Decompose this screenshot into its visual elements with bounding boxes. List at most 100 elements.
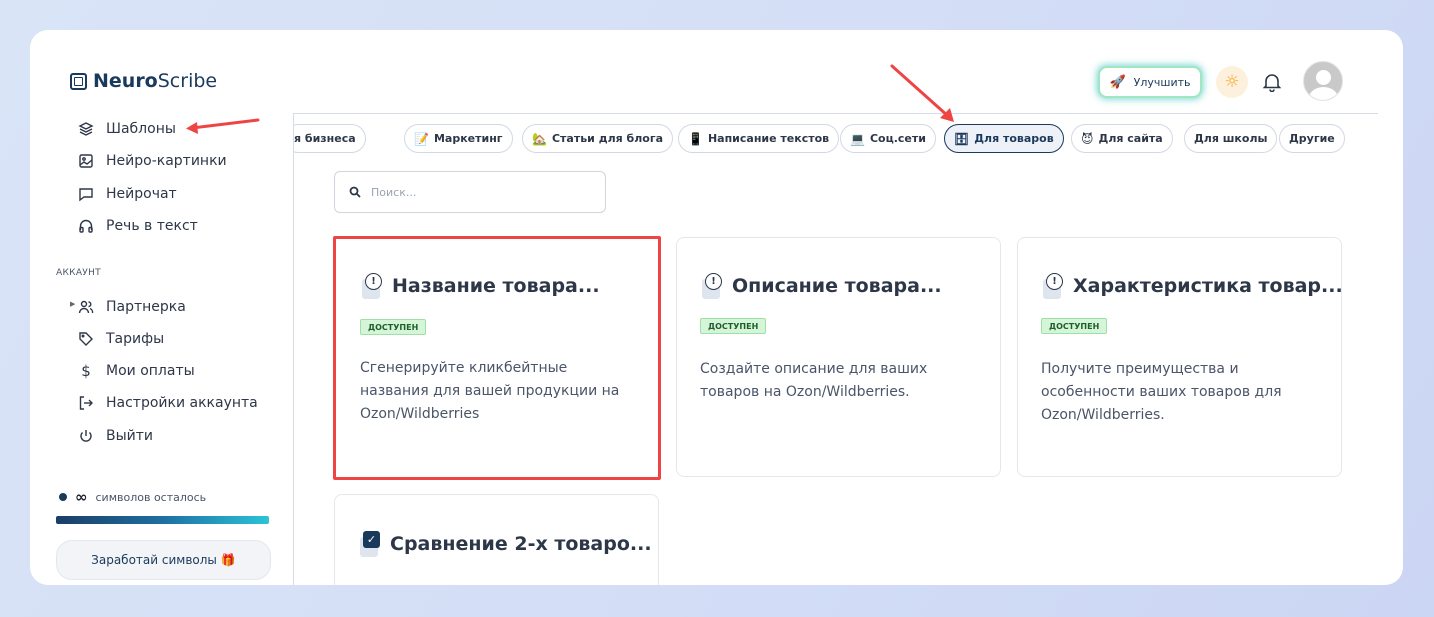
card-title: ! Характеристика товар...: [1041, 273, 1343, 299]
logo-text: Scribe: [157, 70, 218, 92]
status-badge: ДОСТУПЕН: [700, 318, 767, 334]
status-badge: ДОСТУПЕН: [1041, 318, 1108, 334]
logout-arrow-icon: [78, 395, 94, 411]
check-doc-icon: ✓: [358, 531, 382, 557]
template-card-product-name[interactable]: ! Название товара... ДОСТУПЕН Сгенерируй…: [333, 236, 661, 480]
template-card-product-compare[interactable]: ✓ Сравнение 2-х товаро...: [334, 494, 659, 585]
sidebar-item-account-settings[interactable]: Настройки аккаунта: [78, 392, 258, 414]
layers-icon: [78, 121, 94, 137]
chip-label: Для школы: [1194, 132, 1268, 145]
tab-blog-articles[interactable]: 🏡 Статьи для блога: [522, 124, 673, 153]
house-icon: 🏡: [532, 131, 547, 146]
card-description: Сгенерируйте кликбейтные названия для ва…: [360, 360, 620, 422]
sidebar-item-label: Речь в текст: [106, 218, 198, 234]
power-icon: [78, 428, 94, 444]
info-doc-icon: !: [1041, 273, 1065, 299]
chip-label: Для товаров: [974, 132, 1054, 145]
upgrade-label: Улучшить: [1133, 75, 1191, 89]
symbols-counter: ∞ символов осталось: [59, 488, 206, 506]
symbols-progress-bar: [56, 516, 269, 524]
memo-icon: 📝: [414, 131, 429, 146]
sidebar-item-logout[interactable]: Выйти: [78, 425, 153, 447]
symbols-value: ∞: [75, 488, 88, 506]
tab-school[interactable]: Для школы: [1184, 124, 1278, 153]
sidebar-item-label: Нейро-картинки: [106, 153, 227, 169]
sidebar-item-label: Нейрочат: [106, 186, 177, 202]
phone-icon: 📱: [688, 131, 703, 146]
chip-label: Маркетинг: [433, 132, 503, 145]
cabinet-icon: 🗄: [954, 131, 970, 146]
earn-label: Заработай символы: [91, 553, 217, 567]
dollar-icon: $: [81, 362, 91, 380]
chip-label: я бизнеса: [294, 132, 356, 145]
expand-caret-icon[interactable]: ▶: [70, 300, 75, 308]
symbols-label: символов осталось: [95, 490, 207, 504]
upgrade-button[interactable]: 🚀 Улучшить: [1098, 66, 1202, 98]
sidebar-item-label: Партнерка: [106, 299, 186, 315]
template-card-product-description[interactable]: ! Описание товара... ДОСТУПЕН Создайте о…: [676, 237, 1001, 477]
sidebar-item-label: Мои оплаты: [106, 363, 195, 379]
tab-marketing[interactable]: 📝 Маркетинг: [404, 124, 513, 153]
image-icon: [78, 153, 94, 169]
card-title: ✓ Сравнение 2-х товаро...: [358, 531, 652, 557]
sidebar-item-partner[interactable]: Партнерка: [78, 296, 186, 318]
search-box[interactable]: [334, 171, 606, 213]
search-icon: [349, 186, 361, 198]
sidebar-item-neurochat[interactable]: Нейрочат: [78, 183, 177, 205]
card-description: Получите преимущества и особенности ваши…: [1041, 361, 1282, 423]
card-title-text: Сравнение 2-х товаро...: [390, 533, 652, 555]
template-card-product-features[interactable]: ! Характеристика товар... ДОСТУПЕН Получ…: [1017, 237, 1343, 477]
chip-label: Соц.сети: [869, 132, 926, 145]
sidebar-item-label: Тарифы: [106, 331, 165, 347]
notifications-button[interactable]: [1260, 70, 1284, 94]
sidebar-item-templates[interactable]: Шаблоны: [78, 118, 176, 140]
tag-icon: [78, 331, 94, 347]
headphones-icon: [78, 218, 94, 234]
header-divider: [293, 113, 1378, 114]
devil-icon: 😈: [1081, 131, 1094, 146]
card-title-text: Характеристика товар...: [1073, 275, 1343, 297]
card-description: Создайте описание для ваших товаров на O…: [700, 361, 928, 400]
user-avatar[interactable]: [1303, 61, 1343, 101]
sidebar-item-tariffs[interactable]: Тарифы: [78, 328, 164, 350]
logo-text-bold: Neuro: [93, 70, 158, 92]
rocket-icon: 🚀: [1109, 74, 1126, 90]
chip-label: Для сайта: [1098, 132, 1163, 145]
sidebar-divider: [293, 114, 294, 585]
tab-other[interactable]: Другие: [1279, 124, 1345, 153]
info-doc-icon: !: [700, 273, 724, 299]
annotation-arrow-templates: [186, 118, 260, 134]
category-tabs: я бизнеса 📝 Маркетинг 🏡 Статьи для блога…: [294, 122, 1378, 156]
card-title: ! Описание товара...: [700, 273, 942, 299]
users-icon: [78, 299, 94, 315]
tab-business[interactable]: я бизнеса: [294, 124, 366, 153]
sidebar-item-payments[interactable]: $ Мои оплаты: [78, 360, 195, 382]
chip-label: Другие: [1289, 132, 1335, 145]
sidebar-item-neuro-images[interactable]: Нейро-картинки: [78, 150, 227, 172]
earn-symbols-button[interactable]: Заработай символы 🎁: [56, 540, 271, 580]
status-badge: ДОСТУПЕН: [360, 319, 427, 335]
bell-icon: [1263, 74, 1281, 92]
annotation-arrow-products: [890, 64, 954, 122]
tab-copywriting[interactable]: 📱 Написание текстов: [678, 124, 840, 153]
tab-website[interactable]: 😈 Для сайта: [1071, 124, 1173, 153]
card-title: ! Название товара...: [360, 273, 600, 299]
search-input[interactable]: [371, 185, 591, 199]
gift-icon: 🎁: [220, 553, 236, 567]
chip-label: Статьи для блога: [551, 132, 663, 145]
info-doc-icon: !: [360, 273, 384, 299]
sidebar-item-label: Шаблоны: [106, 121, 176, 137]
sidebar-item-speech-to-text[interactable]: Речь в текст: [78, 215, 198, 237]
sun-icon: ☼: [1224, 72, 1240, 92]
card-title-text: Описание товара...: [732, 275, 942, 297]
chat-icon: [78, 186, 94, 202]
logo[interactable]: NeuroScribe: [70, 70, 217, 92]
logo-icon: [70, 72, 87, 90]
chip-label: Написание текстов: [707, 132, 830, 145]
sidebar-item-label: Настройки аккаунта: [106, 395, 258, 411]
sidebar-item-label: Выйти: [106, 428, 154, 444]
sidebar-section-account: АККАУНТ: [56, 268, 101, 278]
status-dot: [59, 493, 67, 501]
theme-toggle-button[interactable]: ☼: [1216, 66, 1248, 98]
laptop-icon: 💻: [850, 131, 865, 146]
